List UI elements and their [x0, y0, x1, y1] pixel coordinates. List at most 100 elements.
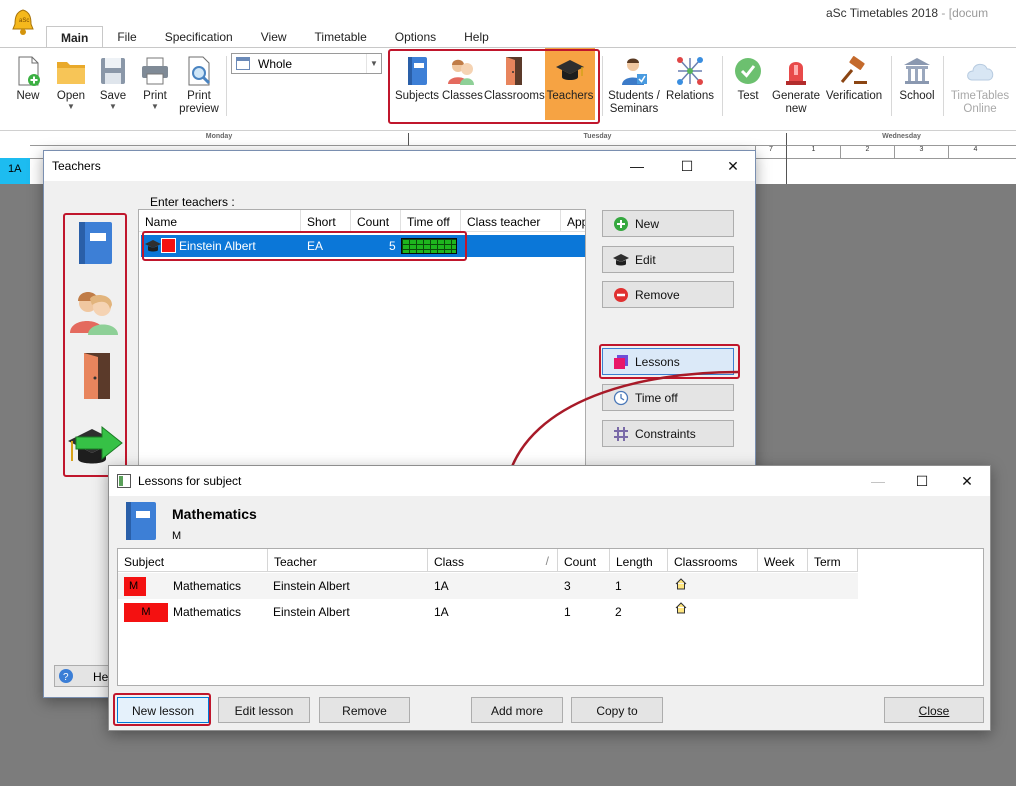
minimize-icon[interactable]: — [614, 151, 660, 181]
table-row[interactable]: M Mathematics Einstein Albert 1A 3 1 [118, 573, 858, 599]
tab-file[interactable]: File [103, 26, 150, 48]
day-header-wednesday: Wednesday [786, 133, 1016, 146]
print-label: Print [143, 90, 167, 102]
test-button[interactable]: Test [728, 48, 768, 118]
copy-to-label: Copy to [596, 704, 638, 718]
column-header-week[interactable]: Week [758, 549, 808, 572]
new-label: New [16, 90, 40, 102]
help-button[interactable]: ? Hel [54, 665, 114, 687]
cloud-icon [967, 63, 994, 81]
folder-icon [57, 62, 85, 84]
generate-new-button[interactable]: Generate new [771, 48, 821, 118]
new-teacher-button[interactable]: New [602, 210, 734, 237]
column-header-count[interactable]: Count [351, 210, 401, 232]
edit-teacher-label: Edit [635, 253, 656, 267]
close-icon[interactable]: ✕ [710, 151, 756, 181]
ribbon-separator [722, 56, 723, 116]
add-more-label: Add more [490, 704, 544, 718]
column-header-time-off[interactable]: Time off [401, 210, 461, 232]
students-label-2: Seminars [609, 103, 659, 115]
column-header-length[interactable]: Length [610, 549, 668, 572]
column-header-classrooms[interactable]: Classrooms [668, 549, 758, 572]
edit-teacher-button[interactable]: Edit [602, 246, 734, 273]
tab-main[interactable]: Main [46, 26, 104, 48]
column-header-teacher[interactable]: Teacher [268, 549, 428, 572]
open-label: Open [56, 90, 86, 102]
chevron-down-icon[interactable]: ▼ [366, 54, 381, 73]
print-dropdown-arrow-icon[interactable]: ▼ [137, 103, 173, 111]
verification-button[interactable]: Verification [824, 48, 884, 118]
help-icon: ? [59, 669, 73, 683]
open-button[interactable]: Open ▼ [52, 48, 90, 118]
column-header-class-teacher[interactable]: Class teacher [461, 210, 561, 232]
save-button[interactable]: Save ▼ [95, 48, 131, 118]
home-classroom-icon [675, 578, 687, 590]
tab-view[interactable]: View [247, 26, 301, 48]
remove-lesson-label: Remove [342, 704, 387, 718]
tab-help[interactable]: Help [450, 26, 503, 48]
online-label-1: TimeTables [950, 90, 1010, 102]
save-dropdown-arrow-icon[interactable]: ▼ [95, 103, 131, 111]
lesson-teacher: Einstein Albert [273, 579, 350, 593]
verification-label: Verification [825, 90, 883, 102]
relations-button[interactable]: Relations [664, 48, 716, 118]
subject-book-icon [126, 502, 156, 540]
app-title-document: - [docum [941, 6, 989, 20]
check-badge-icon [735, 58, 761, 84]
new-teacher-label: New [635, 217, 660, 231]
column-header-name[interactable]: Name [139, 210, 301, 232]
menu-tabs: Main File Specification View Timetable O… [46, 26, 503, 48]
edit-lesson-button[interactable]: Edit lesson [218, 697, 310, 723]
remove-lesson-button[interactable]: Remove [319, 697, 410, 723]
column-header-class[interactable]: Class / [428, 549, 558, 572]
tab-timetable[interactable]: Timetable [301, 26, 381, 48]
copy-to-button[interactable]: Copy to [571, 697, 663, 723]
alarm-light-icon [786, 62, 806, 85]
subject-short: M [172, 530, 182, 542]
lesson-teacher: Einstein Albert [273, 605, 350, 619]
printer-icon [142, 57, 168, 85]
svg-text:aSc: aSc [19, 18, 29, 24]
view-select-value: Whole [258, 57, 293, 71]
subject-name: Mathematics [172, 506, 257, 522]
close-button[interactable]: Close [884, 697, 984, 723]
class-label-1a[interactable]: 1A [0, 158, 30, 184]
test-label: Test [737, 90, 759, 102]
students-seminars-button[interactable]: Students / Seminars [606, 48, 662, 118]
column-header-count[interactable]: Count [558, 549, 610, 572]
lessons-dialog: Lessons for subject — ☐ ✕ Mathematics M … [108, 465, 991, 731]
tab-specification[interactable]: Specification [151, 26, 247, 48]
open-dropdown-arrow-icon[interactable]: ▼ [52, 103, 90, 111]
minimize-icon[interactable]: — [855, 466, 901, 496]
app-bell-logo-icon[interactable]: aSc [10, 8, 36, 36]
add-more-button[interactable]: Add more [471, 697, 563, 723]
new-button[interactable]: New [10, 48, 46, 118]
window-icon [117, 474, 131, 488]
tab-options[interactable]: Options [381, 26, 450, 48]
column-header-term[interactable]: Term [808, 549, 858, 572]
lesson-length: 1 [615, 579, 622, 593]
timetable-grid-icon [236, 57, 250, 70]
lessons-table: Subject Teacher Class / Count Length Cla… [117, 548, 984, 686]
print-preview-button[interactable]: Print preview [177, 48, 221, 118]
column-header-app[interactable]: App [561, 210, 585, 232]
table-row[interactable]: M Mathematics Einstein Albert 1A 1 2 [118, 599, 858, 625]
school-button[interactable]: School [896, 48, 938, 118]
timetables-online-button[interactable]: TimeTables Online [948, 48, 1012, 118]
view-select[interactable]: Whole ▼ [231, 53, 382, 74]
remove-teacher-button[interactable]: Remove [602, 281, 734, 308]
print-button[interactable]: Print ▼ [137, 48, 173, 118]
column-header-short[interactable]: Short [301, 210, 351, 232]
close-icon[interactable]: ✕ [944, 466, 990, 496]
print-preview-label-2: preview [179, 103, 219, 115]
maximize-icon[interactable]: ☐ [664, 151, 710, 181]
plus-circle-icon [614, 217, 628, 231]
period-cell: 3 [894, 146, 948, 158]
column-header-subject[interactable]: Subject [118, 549, 268, 572]
lesson-class: 1A [434, 579, 449, 593]
maximize-icon[interactable]: ☐ [899, 466, 945, 496]
app-title: aSc Timetables 2018 - [docum [826, 6, 988, 20]
generate-label-1: Generate [772, 90, 820, 102]
period-cell: 4 [948, 146, 1002, 158]
teacher-cap-icon [613, 254, 629, 266]
